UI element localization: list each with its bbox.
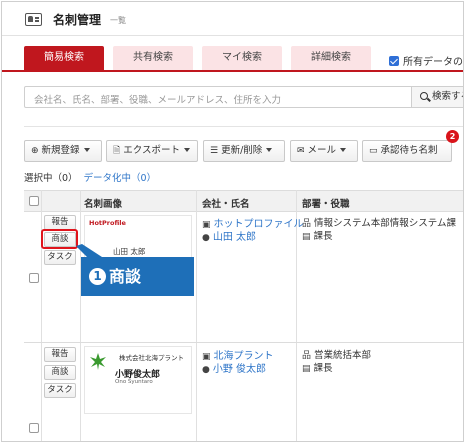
annotation-number: 1	[89, 268, 106, 285]
card-image[interactable]: 株式会社北海プラント 小野俊太郎 Ono Syuntaro	[84, 346, 192, 414]
update-delete-button[interactable]: ☰ 更新/削除	[203, 140, 285, 162]
person-icon: ●	[202, 233, 210, 243]
person-link[interactable]: ● 小野 俊太郎	[202, 360, 266, 375]
mail-button[interactable]: ✉ メール	[290, 140, 358, 162]
job-title-name: 課長	[313, 363, 333, 374]
page-header: 名刺管理 一覧	[2, 2, 463, 36]
new-register-label: 新規登録	[41, 145, 80, 156]
column-divider	[196, 190, 197, 441]
row-checkbox[interactable]	[29, 273, 39, 283]
search-input[interactable]: 会社名、氏名、部署、役職、メールアドレス、住所を入力	[34, 92, 281, 106]
screen-frame: 名刺管理 一覧 簡易検索 共有検索 マイ検索 詳細検索 所有データのみ 会社名、…	[1, 1, 464, 442]
job-title-name: 課長	[313, 231, 333, 242]
leaf-logo-icon	[90, 353, 106, 370]
selection-status: 選択中（0） データ化中（0）	[24, 170, 156, 184]
list-icon: ☰	[210, 146, 219, 156]
column-divider	[41, 190, 42, 441]
envelope-icon: ✉	[297, 146, 305, 156]
export-label: エクスポート	[123, 145, 180, 156]
report-button[interactable]: 報告	[44, 215, 76, 230]
header-card-image: 名刺画像	[84, 199, 123, 210]
business-card-icon	[25, 13, 42, 26]
new-register-button[interactable]: ⊕ 新規登録	[24, 140, 102, 162]
header-company-name: 会社・氏名	[202, 199, 250, 210]
row-divider	[24, 342, 463, 343]
card-roman-name: Ono Syuntaro	[115, 379, 153, 385]
search-button-label: 検索する	[432, 91, 463, 102]
own-data-label: 所有データのみ	[403, 57, 463, 68]
tab-my-search[interactable]: マイ検索	[202, 46, 282, 70]
update-delete-label: 更新/削除	[221, 145, 263, 156]
select-all-checkbox[interactable]	[29, 196, 39, 206]
chevron-down-icon	[266, 148, 273, 152]
id-card-icon: ▤	[302, 232, 311, 242]
export-file-icon: 🗎	[113, 146, 121, 156]
checkbox-checked-icon	[389, 56, 399, 66]
chevron-down-icon	[83, 148, 90, 152]
negotiation-button[interactable]: 商談	[44, 365, 76, 380]
own-data-checkbox[interactable]: 所有データのみ	[389, 53, 463, 68]
plus-circle-icon: ⊕	[31, 146, 39, 156]
person-icon: ●	[202, 365, 210, 375]
department: 品営業統括本部	[302, 347, 371, 361]
header-dept-title: 部署・役職	[302, 199, 350, 210]
search-icon	[420, 92, 428, 100]
approval-count-badge: 2	[446, 130, 459, 143]
annotation-callout: 1 商談	[81, 257, 194, 296]
chevron-down-icon	[340, 148, 347, 152]
tab-simple-search[interactable]: 簡易検索	[24, 46, 104, 70]
row-checkbox[interactable]	[29, 423, 39, 433]
card-icon: ▭	[369, 146, 378, 156]
tab-shared-search[interactable]: 共有検索	[113, 46, 193, 70]
tab-detail-search[interactable]: 詳細検索	[291, 46, 371, 70]
report-button[interactable]: 報告	[44, 347, 76, 362]
column-divider	[80, 190, 81, 441]
card-person-name: 山田 太郎	[113, 247, 146, 256]
card-company-name: 株式会社北海プラント	[119, 354, 184, 362]
selected-count: 選択中（0）	[24, 173, 78, 184]
export-button[interactable]: 🗎 エクスポート	[106, 140, 198, 162]
search-box[interactable]: 会社名、氏名、部署、役職、メールアドレス、住所を入力 検索する	[24, 86, 463, 108]
approval-waiting-label: 承認待ち名刺	[380, 145, 438, 156]
chevron-down-icon	[183, 148, 190, 152]
page-subtitle: 一覧	[110, 16, 126, 25]
person-name: 山田 太郎	[212, 232, 257, 243]
approval-waiting-button[interactable]: ▭ 承認待ち名刺	[362, 140, 452, 162]
divider	[24, 126, 463, 127]
person-link[interactable]: ● 山田 太郎	[202, 228, 256, 243]
digitizing-link[interactable]: データ化中（0）	[84, 173, 157, 184]
annotation-label: 商談	[109, 267, 142, 286]
department-name: 情報システム本部情報システム課	[314, 218, 456, 229]
job-title: ▤ 課長	[302, 360, 333, 374]
department: 品情報システム本部情報システム課	[302, 215, 456, 229]
person-name: 小野 俊太郎	[212, 364, 267, 375]
job-title: ▤ 課長	[302, 228, 333, 242]
page-title: 名刺管理	[53, 13, 102, 27]
mail-label: メール	[307, 145, 337, 156]
id-card-icon: ▤	[302, 364, 311, 374]
search-tabs: 簡易検索 共有検索 マイ検索 詳細検索 所有データのみ	[2, 46, 463, 72]
task-button[interactable]: タスク	[44, 383, 76, 398]
card-logo: HotProfile	[89, 219, 126, 227]
search-button[interactable]: 検索する	[411, 86, 463, 108]
table-header: 名刺画像 会社・氏名 部署・役職	[24, 190, 463, 212]
